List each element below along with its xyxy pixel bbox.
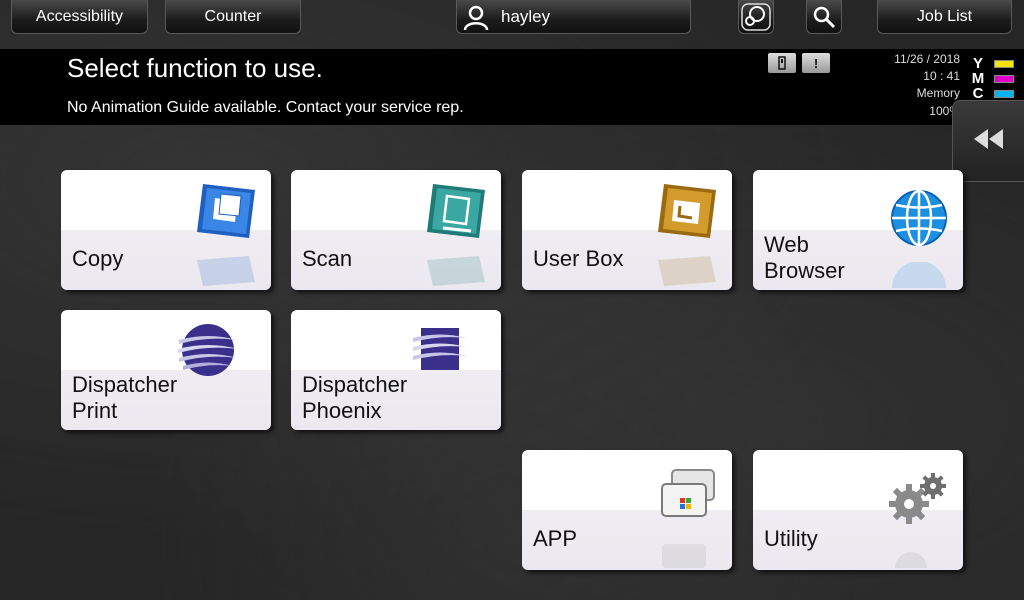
accessibility-button[interactable]: Accessibility [11, 0, 148, 34]
scan-label: Scan [302, 246, 353, 271]
app-icon [661, 469, 715, 517]
time-readout: 10 : 41 [923, 69, 960, 83]
utility-label: Utility [764, 526, 818, 551]
counter-label: Counter [204, 7, 262, 25]
gear-icon [889, 473, 946, 524]
dispatcher-phoenix-label-line1: Dispatcher [302, 372, 408, 397]
user-name: hayley [501, 6, 551, 26]
message-bar: Select function to use. No Animation Gui… [0, 49, 1024, 125]
copy-label: Copy [72, 246, 124, 271]
accessibility-label: Accessibility [35, 7, 124, 25]
message-title: Select function to use. [67, 53, 323, 83]
dispatcher-phoenix-icon [413, 328, 467, 370]
web-browser-label-line2: Browser [764, 258, 845, 283]
user-box-tile[interactable]: User Box [522, 170, 732, 290]
user-box-icon [658, 184, 716, 238]
toner-y-bar [994, 60, 1014, 68]
toner-c-label: C [972, 85, 984, 102]
help-button[interactable] [738, 0, 774, 34]
utility-tile[interactable]: Utility [753, 450, 963, 570]
web-browser-label-line1: Web [764, 232, 809, 257]
side-panel-toggle[interactable] [952, 100, 1024, 182]
date-readout: 11/26 / 2018 [894, 52, 960, 66]
dispatcher-phoenix-label-line2: Phoenix [302, 398, 382, 423]
globe-icon [891, 189, 947, 247]
toner-c-bar [994, 90, 1014, 98]
dispatcher-print-icon [178, 324, 238, 376]
search-button[interactable] [806, 0, 842, 34]
app-label: APP [533, 526, 578, 551]
toner-m-label: M [971, 70, 985, 87]
warning-icon: ! [802, 53, 830, 73]
app-tile[interactable]: APP [522, 450, 732, 570]
user-icon [463, 4, 489, 30]
toner-m-bar [994, 75, 1014, 83]
scan-icon [427, 184, 485, 238]
usb-icon [768, 53, 796, 73]
memory-label: Memory [916, 86, 960, 100]
message-subtitle: No Animation Guide available. Contact yo… [67, 99, 464, 116]
copy-icon [197, 184, 255, 238]
rewind-icon [974, 128, 1004, 154]
search-icon [812, 5, 836, 29]
dispatcher-phoenix-tile[interactable]: Dispatcher Phoenix [291, 310, 501, 430]
scan-tile[interactable]: Scan [291, 170, 501, 290]
dispatcher-print-label-line2: Print [72, 398, 118, 423]
help-icon [741, 2, 771, 31]
copy-tile[interactable]: Copy [61, 170, 271, 290]
user-button[interactable]: hayley [456, 0, 691, 34]
web-browser-tile[interactable]: Web Browser [753, 170, 963, 290]
dispatcher-print-tile[interactable]: Dispatcher Print [61, 310, 271, 430]
user-box-label: User Box [533, 246, 624, 271]
job-list-label: Job List [916, 7, 973, 25]
toner-y-label: Y [972, 55, 983, 72]
dispatcher-print-label-line1: Dispatcher [72, 372, 178, 397]
counter-button[interactable]: Counter [165, 0, 301, 34]
job-list-button[interactable]: Job List [877, 0, 1012, 34]
